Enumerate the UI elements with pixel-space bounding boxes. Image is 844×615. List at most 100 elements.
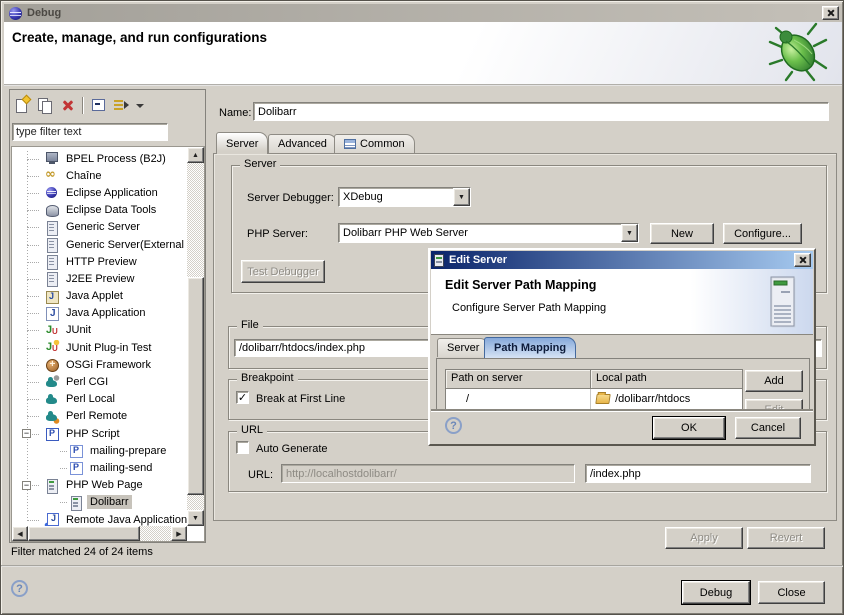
path-mapping-content: Path on server Local path / /dolibarr/ht… — [436, 358, 810, 410]
scroll-right-icon[interactable] — [171, 526, 187, 541]
scroll-left-icon[interactable] — [12, 526, 28, 541]
base-url-input — [281, 464, 575, 483]
tree-item[interactable]: Perl CGI — [12, 373, 187, 390]
duplicate-icon[interactable] — [35, 95, 55, 115]
tree-item[interactable]: Perl Remote — [12, 408, 187, 425]
tree-item[interactable]: Perl Local — [12, 391, 187, 408]
test-debugger-button[interactable]: Test Debugger — [241, 260, 325, 283]
cancel-button[interactable]: Cancel — [735, 417, 801, 439]
tab-advanced[interactable]: Advanced — [268, 134, 337, 153]
url-path-input[interactable] — [585, 464, 811, 483]
help-icon[interactable] — [11, 580, 28, 597]
scroll-up-icon[interactable] — [187, 147, 204, 163]
configure-button[interactable]: Configure... — [723, 223, 802, 244]
collapse-expander-icon[interactable]: − — [22, 481, 31, 490]
tree-item[interactable]: Chaîne — [12, 167, 187, 184]
tree-rows: BPEL Process (B2J) Chaîne Eclipse Applic… — [12, 147, 187, 526]
scroll-down-icon[interactable] — [187, 510, 204, 526]
tree-item[interactable]: − PHP Web Page — [12, 477, 187, 494]
tree-item[interactable]: J2EE Preview — [12, 270, 187, 287]
table-row[interactable]: / /dolibarr/htdocs — [446, 389, 742, 409]
filter-status: Filter matched 24 of 24 items — [11, 546, 153, 558]
dialog-tab-path-mapping[interactable]: Path Mapping — [484, 337, 576, 358]
edit-server-dialog: Edit Server Edit Server Path Mapping Con… — [428, 248, 816, 446]
toolbar-separator — [82, 97, 84, 114]
file-group-label: File — [237, 319, 263, 331]
chevron-down-icon[interactable] — [621, 224, 638, 242]
php-server-label: PHP Server: — [247, 228, 308, 240]
tree-item[interactable]: Remote Java Application — [12, 511, 187, 526]
tree-vertical-scrollbar[interactable] — [187, 147, 204, 526]
filter-input[interactable] — [12, 123, 168, 141]
tree-item[interactable]: Java Applet — [12, 288, 187, 305]
chain-icon — [44, 168, 60, 183]
add-mapping-button[interactable]: Add — [745, 370, 803, 392]
eclipse-icon — [44, 185, 60, 200]
junit-icon — [44, 323, 60, 338]
tree-item[interactable]: Eclipse Application — [12, 184, 187, 201]
tab-server[interactable]: Server — [216, 132, 268, 154]
database-icon — [44, 203, 60, 218]
footer-separator — [1, 565, 844, 567]
tree-item[interactable]: JUnit Plug-in Test — [12, 339, 187, 356]
name-label: Name: — [219, 107, 251, 119]
eclipse-logo-icon — [9, 7, 22, 20]
collapse-all-icon[interactable] — [88, 95, 108, 115]
debug-button[interactable]: Debug — [682, 581, 750, 604]
column-local-path[interactable]: Local path — [591, 370, 742, 389]
chevron-down-icon[interactable] — [453, 188, 470, 206]
new-server-button[interactable]: New — [650, 223, 714, 244]
table-header: Path on server Local path — [446, 370, 742, 389]
dialog-help-icon[interactable] — [445, 417, 462, 434]
tree-item[interactable]: OSGi Framework — [12, 356, 187, 373]
window-title: Debug — [27, 7, 61, 19]
column-path-on-server[interactable]: Path on server — [446, 370, 591, 389]
debug-bug-icon — [764, 22, 830, 82]
apply-button[interactable]: Apply — [665, 527, 743, 549]
window-close-button[interactable] — [822, 6, 839, 20]
ok-button[interactable]: OK — [653, 417, 725, 439]
tree-horizontal-scrollbar[interactable] — [12, 526, 187, 541]
tree-item[interactable]: BPEL Process (B2J) — [12, 150, 187, 167]
tree-item[interactable]: mailing-prepare — [12, 442, 187, 459]
revert-button[interactable]: Revert — [747, 527, 825, 549]
close-button[interactable]: Close — [758, 581, 825, 604]
dropdown-caret-icon[interactable] — [134, 95, 146, 115]
tree-item[interactable]: mailing-send — [12, 459, 187, 476]
tab-common[interactable]: Common — [334, 134, 415, 153]
php-file-icon — [68, 460, 84, 475]
tree-item[interactable]: − PHP Script — [12, 425, 187, 442]
name-input[interactable] — [253, 102, 829, 121]
tree-item[interactable]: HTTP Preview — [12, 253, 187, 270]
scrollbar-thumb[interactable] — [187, 277, 204, 495]
tree-item[interactable]: Generic Server — [12, 219, 187, 236]
dialog-close-button[interactable] — [794, 253, 811, 267]
dialog-titlebar: Edit Server — [431, 251, 813, 269]
url-group-label: URL — [237, 424, 267, 436]
osgi-icon — [44, 357, 60, 372]
configurations-panel: BPEL Process (B2J) Chaîne Eclipse Applic… — [9, 89, 206, 543]
auto-generate-label: Auto Generate — [256, 443, 328, 455]
break-first-line-checkbox[interactable] — [236, 391, 249, 404]
tree-item[interactable]: Dolibarr — [12, 494, 187, 511]
filter-icon[interactable] — [111, 95, 131, 115]
tree-item[interactable]: Generic Server(External La — [12, 236, 187, 253]
java-icon — [44, 306, 60, 321]
php-icon — [44, 426, 60, 441]
tree-item[interactable]: Eclipse Data Tools — [12, 202, 187, 219]
dialog-tab-server[interactable]: Server — [437, 338, 489, 357]
delete-icon[interactable] — [58, 95, 78, 115]
auto-generate-checkbox[interactable] — [236, 441, 249, 454]
tree-item[interactable]: JUnit — [12, 322, 187, 339]
new-configuration-icon[interactable] — [12, 95, 32, 115]
server-icon — [44, 237, 60, 252]
server-path-cell: / — [446, 389, 591, 409]
collapse-expander-icon[interactable]: − — [22, 429, 31, 438]
folder-icon — [595, 394, 610, 404]
scrollbar-thumb[interactable] — [28, 526, 140, 541]
server-debugger-select[interactable]: XDebug — [338, 187, 471, 207]
junit-plugin-icon — [44, 340, 60, 355]
page-title: Create, manage, and run configurations — [12, 30, 267, 45]
tree-item[interactable]: Java Application — [12, 305, 187, 322]
php-server-select[interactable]: Dolibarr PHP Web Server — [338, 223, 639, 243]
